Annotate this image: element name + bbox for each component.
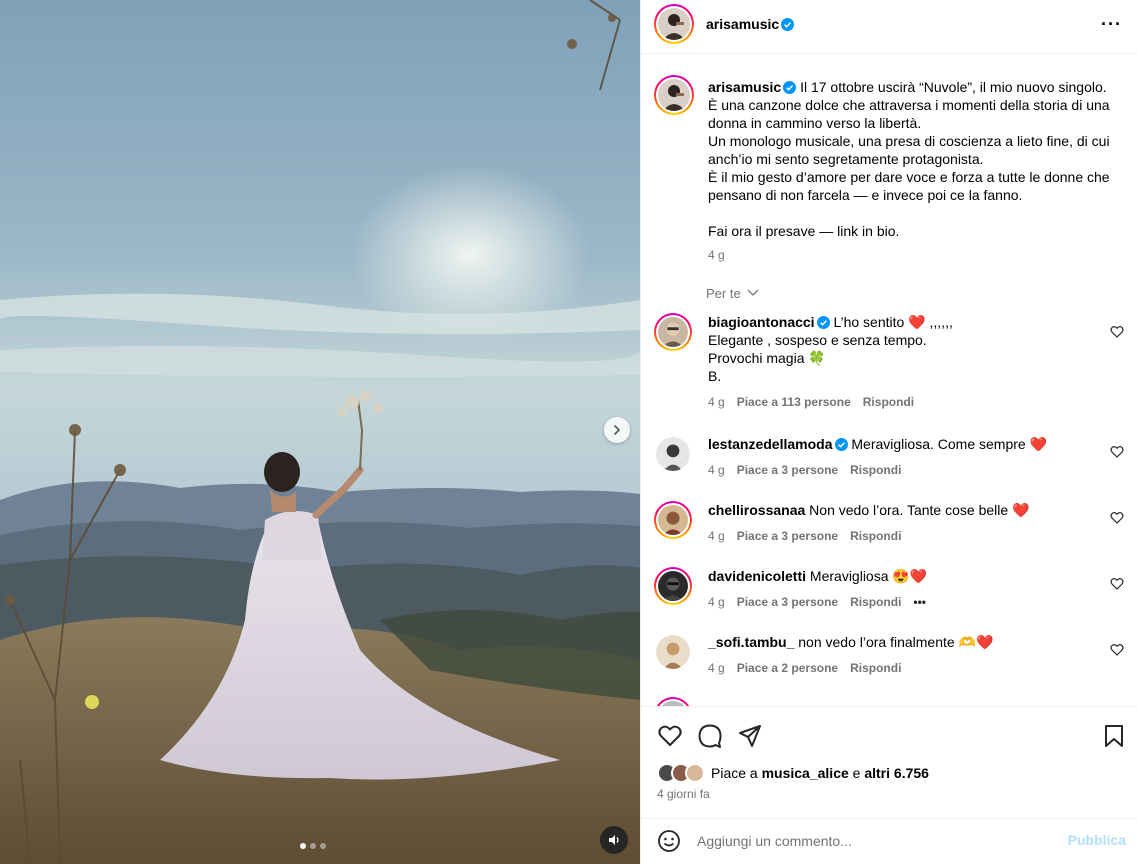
comment-item: _sofi.tambu_ non vedo l’ora finalmente 🫶… [654,633,1124,677]
comment-timestamp[interactable]: 4 g [708,529,725,543]
comment-text: Meravigliosa. Come sempre ❤️ [851,436,1047,452]
heart-icon[interactable] [1110,577,1124,591]
comment-item: lestanzedellamoda Meravigliosa. Come sem… [654,435,1124,479]
audio-toggle-button[interactable] [600,826,628,854]
commenter-username[interactable]: biagioantonacci [708,314,815,330]
comment-likes[interactable]: Piace a 3 persone [737,529,838,543]
post-media[interactable] [0,0,640,864]
post-header: arisamusic ··· [641,0,1137,54]
commenter-avatar[interactable] [654,567,692,605]
post-sidebar: arisamusic ··· arisamusic Il 17 ottobre … [640,0,1137,864]
likes-summary: Piace a musica_alice e altri 6.756 [657,763,929,783]
caption-author-avatar[interactable] [654,75,694,115]
comment-meta: 4 g Piace a 2 persone Rispondi [708,661,901,675]
author-username[interactable]: arisamusic [706,16,795,32]
verified-badge-icon [834,438,848,451]
translation-toggle[interactable]: Per te [706,286,759,301]
comment-item-partial [654,697,1124,706]
verified-badge-icon [783,81,797,94]
likes-count[interactable]: altri 6.756 [864,765,929,781]
carousel-dot [300,843,306,849]
more-options-button[interactable]: ··· [1101,14,1122,34]
share-icon[interactable] [737,723,763,749]
translation-label: Per te [706,286,741,301]
comment-options-button[interactable]: ••• [913,595,926,609]
comment-item: davidenicoletti Meravigliosa 😍❤️ 4 g Pia… [654,567,1124,611]
commenter-username[interactable]: lestanzedellamoda [708,436,833,452]
heart-icon[interactable] [1110,643,1124,657]
more-horizontal-icon: ··· [1101,14,1122,34]
commenter-avatar[interactable] [654,501,692,539]
comment-likes[interactable]: Piace a 3 persone [737,595,838,609]
comment-timestamp[interactable]: 4 g [708,661,725,675]
add-comment-bar: Pubblica [641,818,1137,864]
commenter-avatar[interactable] [656,437,690,471]
commenter-username[interactable]: chellirossanaa [708,502,805,518]
post-photo [0,0,640,864]
likes-prefix: Piace a [711,765,758,781]
verified-badge-icon [816,316,830,329]
heart-icon[interactable] [1110,511,1124,525]
heart-icon[interactable] [1110,445,1124,459]
comment-meta: 4 g Piace a 3 persone Rispondi [708,529,901,543]
heart-icon[interactable] [1110,325,1124,339]
comment-text: Non vedo l’ora. Tante cose belle ❤️ [809,502,1030,518]
reply-button[interactable]: Rispondi [863,395,914,409]
commenter-avatar[interactable] [654,313,692,351]
bookmark-icon[interactable] [1101,723,1127,749]
commenter-username[interactable]: davidenicoletti [708,568,806,584]
verified-badge-icon [781,18,795,31]
commenter-avatar[interactable] [656,635,690,669]
heart-icon[interactable] [657,723,683,749]
carousel-next-button[interactable] [604,417,630,443]
caption-text: Il 17 ottobre uscirà “Nuvole”, il mio nu… [708,79,1110,239]
caption-timestamp[interactable]: 4 g [708,248,725,262]
speaker-icon [609,835,619,845]
comment-meta: 4 g Piace a 3 persone Rispondi ••• [708,595,926,609]
comment-meta: 4 g Piace a 113 persone Rispondi [708,395,914,409]
likers-avatars[interactable] [657,763,705,783]
comment-likes[interactable]: Piace a 2 persone [737,661,838,675]
reply-button[interactable]: Rispondi [850,595,901,609]
reply-button[interactable]: Rispondi [850,661,901,675]
post-date[interactable]: 4 giorni fa [657,787,710,801]
reply-button[interactable]: Rispondi [850,463,901,477]
commenter-avatar[interactable] [654,697,692,706]
comment-item: chellirossanaa Non vedo l’ora. Tante cos… [654,501,1124,545]
author-avatar[interactable] [654,4,694,44]
comment-timestamp[interactable]: 4 g [708,395,725,409]
commenter-username[interactable]: _sofi.tambu_ [708,634,794,650]
liker-username[interactable]: musica_alice [762,765,849,781]
caption-author-username[interactable]: arisamusic [708,79,781,95]
comment-text: non vedo l’ora finalmente 🫶❤️ [798,634,994,650]
comment-icon[interactable] [697,723,723,749]
comment-item: biagioantonacci L’ho sentito ❤️ ,,,,,, E… [654,313,1124,423]
comment-input[interactable] [697,830,1057,852]
likes-connector: e [852,765,861,781]
chevron-right-icon [614,425,621,435]
comment-text: Meravigliosa 😍❤️ [809,568,928,584]
comment-likes[interactable]: Piace a 113 persone [737,395,851,409]
post-actions: Piace a musica_alice e altri 6.756 4 gio… [641,706,1137,818]
comment-likes[interactable]: Piace a 3 persone [737,463,838,477]
carousel-indicator [300,843,326,849]
chevron-down-icon [747,289,759,296]
comment-timestamp[interactable]: 4 g [708,463,725,477]
comments-scroll-area[interactable]: arisamusic Il 17 ottobre uscirà “Nuvole”… [641,55,1137,706]
reply-button[interactable]: Rispondi [850,529,901,543]
comment-meta: 4 g Piace a 3 persone Rispondi [708,463,901,477]
publish-button[interactable]: Pubblica [1068,832,1126,848]
emoji-icon[interactable] [657,829,681,853]
carousel-dot [320,843,326,849]
comment-timestamp[interactable]: 4 g [708,595,725,609]
carousel-dot [310,843,316,849]
